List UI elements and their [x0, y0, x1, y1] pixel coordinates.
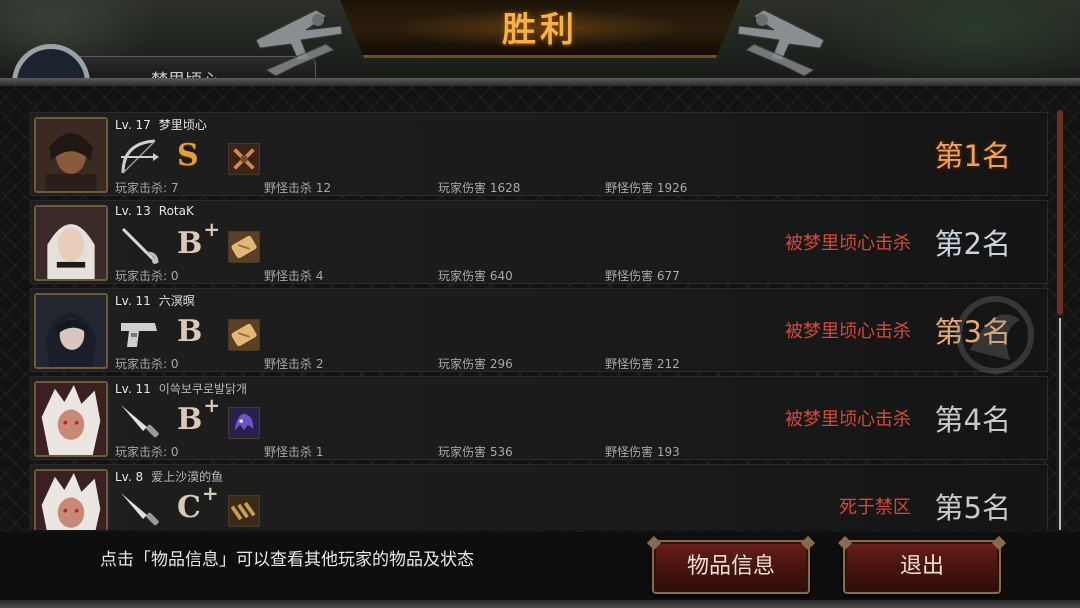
bandage-item-icon[interactable]	[228, 231, 260, 263]
results-list[interactable]: Lv. 17 梦里顷心 S 玩家击杀: 7 野怪击杀 12 玩家伤害 1628 野…	[30, 112, 1048, 530]
result-row-4: Lv. 11 이쓱보쿠로발닭개 B+ 玩家击杀: 0 野怪击杀 1 玩家伤害 53…	[30, 376, 1048, 460]
player-damage: 玩家伤害 536	[438, 445, 513, 459]
grade-plus: +	[203, 217, 221, 241]
player-damage: 玩家伤害 296	[438, 357, 513, 371]
item-info-button[interactable]: 物品信息	[652, 540, 810, 594]
grade-letter: S	[177, 138, 199, 173]
knife-icon	[121, 493, 159, 526]
purple-creature-item-icon[interactable]	[228, 407, 260, 439]
grade-badge: B	[177, 311, 203, 349]
player-kills: 玩家击杀: 0	[115, 269, 179, 283]
death-status: 被梦里顷心击杀	[785, 233, 911, 254]
player-kills: 玩家击杀: 7	[115, 181, 179, 195]
level-and-name: Lv. 11 이쓱보쿠로발닭개	[115, 380, 247, 397]
grade-letter: B	[177, 226, 203, 261]
emblem-watermark	[956, 296, 1034, 374]
player-portrait[interactable]	[34, 469, 108, 530]
monster-damage: 野怪伤害 1926	[605, 181, 688, 195]
player-name: 梦里顷心	[158, 118, 207, 132]
level-and-name: Lv. 17 梦里顷心	[115, 116, 207, 133]
player-level: Lv. 17	[115, 118, 151, 132]
rank-label: 第2名	[934, 227, 1011, 261]
grade-plus: +	[203, 393, 221, 417]
ammo-item-icon[interactable]	[228, 495, 260, 527]
monster-kills: 野怪击杀 2	[264, 357, 324, 371]
player-stats: 玩家击杀: 0 野怪击杀 4 玩家伤害 640 野怪伤害 677	[115, 267, 735, 283]
bottom-edge	[0, 600, 1080, 608]
result-row-2: Lv. 13 RotaK B+ 玩家击杀: 0 野怪击杀 4 玩家伤害 640 野…	[30, 200, 1048, 284]
monster-damage: 野怪伤害 193	[605, 445, 680, 459]
items-hint-text: 点击「物品信息」可以查看其他玩家的物品及状态	[100, 550, 474, 570]
grade-badge: B+	[177, 393, 220, 437]
rank-label: 第5名	[934, 491, 1011, 525]
scrollbar-rail	[1059, 318, 1061, 530]
knife-icon	[121, 405, 159, 438]
victory-title: 胜利	[502, 10, 578, 50]
monster-damage: 野怪伤害 212	[605, 357, 680, 371]
grade-badge: B+	[177, 217, 220, 261]
result-row-5: Lv. 8 爱上沙漠的鱼 C+ 死于禁区 第5名	[30, 464, 1048, 530]
player-damage: 玩家伤害 1628	[438, 181, 521, 195]
rank-label: 第4名	[934, 403, 1011, 437]
monster-damage: 野怪伤害 677	[605, 269, 680, 283]
player-kills: 玩家击杀: 0	[115, 357, 179, 371]
result-row-3: Lv. 11 六溟暝 B 玩家击杀: 0 野怪击杀 2 玩家伤害 296 野怪伤害…	[30, 288, 1048, 372]
player-portrait[interactable]	[34, 381, 108, 457]
exit-button[interactable]: 退出	[843, 540, 1001, 594]
player-portrait[interactable]	[34, 205, 108, 281]
death-status: 被梦里顷心击杀	[785, 409, 911, 430]
panel-top-edge	[0, 78, 1080, 86]
bandage-item-icon[interactable]	[228, 319, 260, 351]
crossed-blades-item-icon[interactable]	[228, 143, 260, 175]
death-status: 死于禁区	[839, 497, 911, 518]
scrollbar-thumb[interactable]	[1057, 110, 1063, 315]
player-level: Lv. 13	[115, 204, 151, 218]
player-stats: 玩家击杀: 0 野怪击杀 1 玩家伤害 536 野怪伤害 193	[115, 443, 735, 459]
player-level: Lv. 11	[115, 382, 151, 396]
background-foliage	[820, 0, 1080, 90]
player-level: Lv. 11	[115, 294, 151, 308]
player-level: Lv. 8	[115, 470, 144, 484]
player-portrait[interactable]	[34, 293, 108, 369]
grade-letter: B	[177, 402, 203, 437]
player-name: RotaK	[158, 204, 194, 218]
grade-badge: S	[177, 135, 200, 173]
player-name: 六溟暝	[158, 294, 195, 308]
player-damage: 玩家伤害 640	[438, 269, 513, 283]
crossed-guns-ornament-right	[737, 9, 825, 77]
grade-badge: C+	[177, 481, 219, 525]
grade-letter: B	[177, 314, 203, 349]
death-status: 被梦里顷心击杀	[785, 321, 911, 342]
level-and-name: Lv. 13 RotaK	[115, 204, 194, 218]
level-and-name: Lv. 11 六溟暝	[115, 292, 195, 309]
monster-kills: 野怪击杀 4	[264, 269, 324, 283]
result-row-1: Lv. 17 梦里顷心 S 玩家击杀: 7 野怪击杀 12 玩家伤害 1628 野…	[30, 112, 1048, 196]
rapier-icon	[121, 227, 159, 264]
monster-kills: 野怪击杀 12	[264, 181, 332, 195]
player-stats: 玩家击杀: 7 野怪击杀 12 玩家伤害 1628 野怪伤害 1926	[115, 179, 735, 195]
grade-plus: +	[201, 481, 219, 505]
pistol-icon	[121, 323, 157, 347]
rank-label: 第1名	[934, 139, 1011, 173]
player-kills: 玩家击杀: 0	[115, 445, 179, 459]
bow-icon	[121, 139, 159, 174]
grade-letter: C	[177, 490, 201, 525]
player-stats: 玩家击杀: 0 野怪击杀 2 玩家伤害 296 野怪伤害 212	[115, 355, 735, 371]
monster-kills: 野怪击杀 1	[264, 445, 324, 459]
player-portrait[interactable]	[34, 117, 108, 193]
